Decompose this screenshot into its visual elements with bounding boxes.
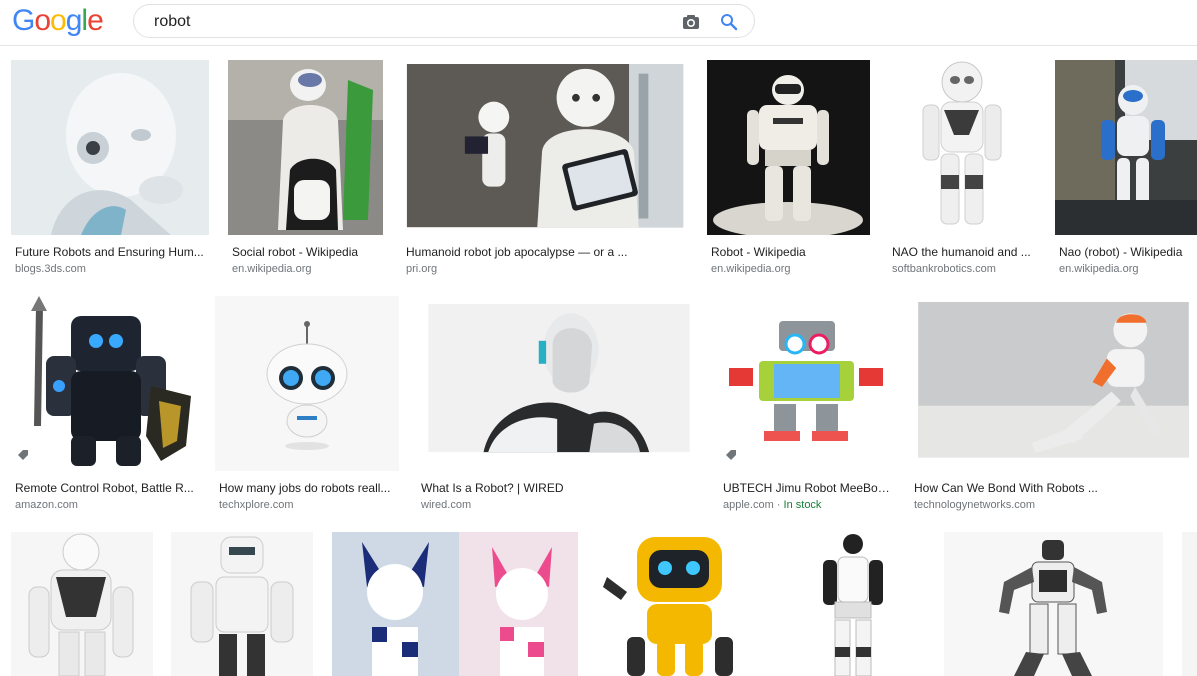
image-result[interactable]: Remote Control Robot, Battle R... amazon… — [11, 296, 197, 511]
logo-letter: g — [65, 4, 83, 37]
result-source[interactable]: amazon.com — [15, 499, 78, 511]
result-image-edge[interactable] — [1182, 532, 1197, 676]
result-image[interactable] — [402, 64, 688, 233]
result-image[interactable] — [944, 532, 1163, 676]
result-title[interactable]: Social robot - Wikipedia — [232, 245, 382, 259]
image-result[interactable]: Nao (robot) - Wikipedia en.wikipedia.org — [1055, 60, 1197, 275]
result-title[interactable]: UBTECH Jimu Robot MeeBot... — [723, 481, 891, 495]
search-input[interactable] — [154, 12, 634, 32]
result-title[interactable]: How many jobs do robots reall... — [219, 481, 399, 495]
product-tag-icon — [721, 446, 741, 466]
image-result[interactable]: How many jobs do robots reall... techxpl… — [215, 296, 399, 511]
result-source-domain: apple.com · — [723, 499, 784, 511]
result-source[interactable]: blogs.3ds.com — [15, 263, 86, 275]
result-image[interactable] — [417, 304, 701, 465]
google-logo[interactable]: Google — [12, 4, 104, 38]
logo-letter: o — [50, 4, 67, 37]
result-title[interactable]: NAO the humanoid and ... — [892, 245, 1036, 259]
image-result[interactable]: Social robot - Wikipedia en.wikipedia.or… — [228, 60, 383, 275]
logo-letter: e — [87, 4, 104, 37]
result-title[interactable]: What Is a Robot? | WIRED — [421, 481, 701, 495]
image-result[interactable]: NAO the humanoid and ... softbankrobotic… — [889, 60, 1036, 275]
result-source[interactable]: en.wikipedia.org — [232, 263, 312, 275]
camera-icon[interactable] — [681, 12, 701, 32]
image-result[interactable]: What Is a Robot? | WIRED wired.com — [417, 296, 701, 511]
result-title[interactable]: How Can We Bond With Robots ... — [914, 481, 1197, 495]
result-title[interactable]: Robot - Wikipedia — [711, 245, 870, 259]
result-source[interactable]: pri.org — [406, 263, 437, 275]
result-title[interactable]: Nao (robot) - Wikipedia — [1059, 245, 1197, 259]
result-image[interactable] — [11, 296, 197, 471]
result-image[interactable] — [707, 60, 870, 235]
image-result[interactable]: Robot - Wikipedia en.wikipedia.org — [707, 60, 870, 275]
result-image[interactable] — [1055, 60, 1197, 235]
result-image[interactable] — [910, 302, 1197, 467]
result-title[interactable]: Remote Control Robot, Battle R... — [15, 481, 197, 495]
header: Google — [0, 0, 1197, 46]
result-image[interactable] — [11, 532, 153, 676]
in-stock-label: In stock — [783, 499, 822, 511]
result-title[interactable]: Future Robots and Ensuring Hum... — [15, 245, 207, 259]
result-source[interactable]: softbankrobotics.com — [892, 263, 996, 275]
result-image[interactable] — [215, 296, 399, 471]
result-source[interactable]: techxplore.com — [219, 499, 294, 511]
result-source[interactable]: wired.com — [421, 499, 471, 511]
image-result[interactable]: Future Robots and Ensuring Hum... blogs.… — [11, 60, 209, 275]
result-source[interactable]: en.wikipedia.org — [711, 263, 791, 275]
result-source[interactable]: en.wikipedia.org — [1059, 263, 1139, 275]
logo-letter: G — [12, 4, 35, 37]
result-image[interactable] — [597, 532, 764, 676]
result-image[interactable] — [332, 532, 578, 676]
product-tag-icon — [13, 446, 33, 466]
result-image[interactable] — [171, 532, 313, 676]
result-title[interactable]: Humanoid robot job apocalypse — or a ... — [406, 245, 688, 259]
result-image[interactable] — [719, 296, 891, 471]
logo-letter: o — [34, 4, 51, 37]
result-image[interactable] — [11, 60, 209, 235]
result-source[interactable]: apple.com · In stock — [723, 499, 821, 511]
search-icon[interactable] — [719, 12, 739, 32]
image-result[interactable]: Humanoid robot job apocalypse — or a ...… — [402, 60, 688, 275]
result-source[interactable]: technologynetworks.com — [914, 499, 1035, 511]
result-image[interactable] — [889, 60, 1036, 235]
image-result[interactable]: How Can We Bond With Robots ... technolo… — [910, 296, 1197, 511]
search-box — [133, 4, 755, 38]
result-image[interactable] — [783, 532, 925, 676]
image-result[interactable]: UBTECH Jimu Robot MeeBot... apple.com · … — [719, 296, 891, 511]
result-image[interactable] — [228, 60, 383, 235]
